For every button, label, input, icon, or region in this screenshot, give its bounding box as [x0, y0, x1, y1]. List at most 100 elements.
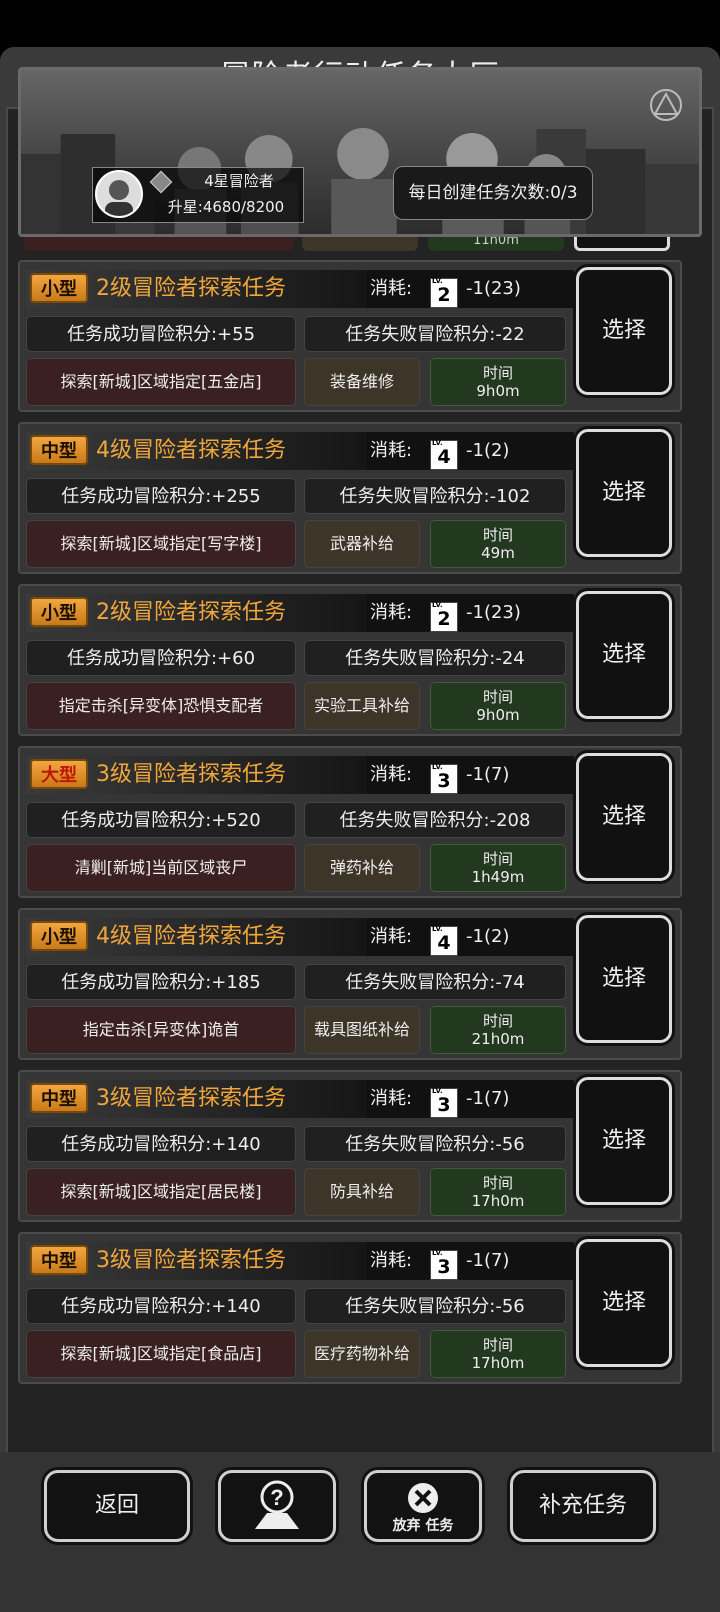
- success-points: 任务成功冒险积分:+55: [26, 316, 296, 352]
- failure-points: 任务失败冒险积分:-208: [304, 802, 566, 838]
- mission-time: 时间 21h0m: [430, 1006, 566, 1054]
- mission-reward: 装备维修: [304, 358, 420, 406]
- diamond-rank-icon: [149, 170, 173, 194]
- mission-time: 时间 1h49m: [430, 844, 566, 892]
- mission-card[interactable]: 中型 4级冒险者探索任务 消耗: LV. 4 -1(2) 任务成功冒险积分:+255 任务失败…: [18, 422, 682, 574]
- mission-header: 小型 4级冒险者探索任务 消耗: LV. 4 -1(2): [26, 918, 574, 956]
- time-value: 49m: [481, 544, 515, 562]
- cost-value: -1(2): [466, 926, 510, 947]
- back-button[interactable]: 返回: [44, 1470, 190, 1542]
- help-button[interactable]: ?: [218, 1470, 336, 1542]
- cost-label: 消耗:: [370, 764, 413, 785]
- refill-task-button[interactable]: 补充任务: [510, 1470, 656, 1542]
- abandon-task-button[interactable]: 放弃 任务: [364, 1470, 482, 1542]
- time-label: 时间: [482, 1174, 513, 1192]
- mission-name: 2级冒险者探索任务: [96, 600, 286, 625]
- player-profile[interactable]: 4星冒险者 升星:4680/8200: [92, 167, 304, 223]
- level-card-icon: LV. 4: [430, 439, 458, 470]
- mission-time: 时间 49m: [430, 520, 566, 568]
- help-question-map-icon: ?: [255, 1480, 299, 1529]
- mission-target: 探索[新城]区域指定[五金店]: [26, 358, 296, 406]
- mission-name: 4级冒险者探索任务: [96, 438, 286, 463]
- partial-time: 11h0m: [428, 237, 564, 251]
- time-value: 9h0m: [476, 382, 520, 400]
- time-label: 时间: [482, 850, 513, 868]
- mission-header: 小型 2级冒险者探索任务 消耗: LV. 2 -1(23): [26, 594, 574, 632]
- mission-time: 时间 17h0m: [430, 1330, 566, 1378]
- cost-level: 2: [437, 284, 451, 306]
- select-button[interactable]: 选择: [576, 267, 672, 395]
- cost-level: 4: [437, 932, 451, 954]
- failure-points: 任务失败冒险积分:-22: [304, 316, 566, 352]
- time-value: 17h0m: [471, 1192, 525, 1210]
- mission-size-badge: 小型: [30, 273, 88, 303]
- time-value: 21h0m: [471, 1030, 525, 1048]
- close-circle-icon: [408, 1483, 438, 1513]
- time-label: 时间: [482, 688, 513, 706]
- cost-level: 4: [437, 446, 451, 468]
- partial-mission-row: 11h0m: [18, 237, 702, 255]
- mission-target: 清剿[新城]当前区域丧尸: [26, 844, 296, 892]
- cost-label: 消耗:: [370, 1250, 413, 1271]
- cost-label: 消耗:: [370, 440, 413, 461]
- time-label: 时间: [482, 1012, 513, 1030]
- mission-card[interactable]: 小型 4级冒险者探索任务 消耗: LV. 4 -1(2) 任务成功冒险积分:+185 任务失败…: [18, 908, 682, 1060]
- select-button[interactable]: 选择: [576, 429, 672, 557]
- mission-size-badge: 中型: [30, 1083, 88, 1113]
- select-button[interactable]: 选择: [576, 1239, 672, 1367]
- mission-reward: 实验工具补给: [304, 682, 420, 730]
- mission-card[interactable]: 大型 3级冒险者探索任务 消耗: LV. 3 -1(7) 任务成功冒险积分:+520 任务失败…: [18, 746, 682, 898]
- level-card-icon: LV. 4: [430, 925, 458, 956]
- success-points: 任务成功冒险积分:+140: [26, 1288, 296, 1324]
- svg-text:?: ?: [270, 1485, 283, 1510]
- cost-value: -1(23): [466, 278, 521, 299]
- mission-header: 大型 3级冒险者探索任务 消耗: LV. 3 -1(7): [26, 756, 574, 794]
- cost-value: -1(2): [466, 440, 510, 461]
- cost-label: 消耗:: [370, 1088, 413, 1109]
- mission-target: 指定击杀[异变体]诡首: [26, 1006, 296, 1054]
- level-card-icon: LV. 3: [430, 1087, 458, 1118]
- select-button[interactable]: 选择: [576, 753, 672, 881]
- level-card-icon: LV. 3: [430, 763, 458, 794]
- mission-header: 中型 4级冒险者探索任务 消耗: LV. 4 -1(2): [26, 432, 574, 470]
- cost-level: 3: [437, 770, 451, 792]
- select-button[interactable]: 选择: [576, 915, 672, 1043]
- mission-name: 2级冒险者探索任务: [96, 276, 286, 301]
- cost-value: -1(7): [466, 764, 510, 785]
- mission-size-badge: 小型: [30, 597, 88, 627]
- cost-level: 3: [437, 1094, 451, 1116]
- mission-list[interactable]: 11h0m 小型 2级冒险者探索任务 消耗: LV. 2 -1(23) 任务成功冒险积分:+…: [18, 237, 702, 1427]
- avatar[interactable]: [95, 170, 143, 218]
- rank-label: 4星冒险者: [204, 172, 274, 190]
- mission-card[interactable]: 中型 3级冒险者探索任务 消耗: LV. 3 -1(7) 任务成功冒险积分:+140 任务失败…: [18, 1070, 682, 1222]
- mission-card[interactable]: 中型 3级冒险者探索任务 消耗: LV. 3 -1(7) 任务成功冒险积分:+140 任务失败…: [18, 1232, 682, 1384]
- mission-card[interactable]: 小型 2级冒险者探索任务 消耗: LV. 2 -1(23) 任务成功冒险积分:+60 任务失败…: [18, 584, 682, 736]
- failure-points: 任务失败冒险积分:-56: [304, 1126, 566, 1162]
- mission-card[interactable]: 小型 2级冒险者探索任务 消耗: LV. 2 -1(23) 任务成功冒险积分:+55 任务失败…: [18, 260, 682, 412]
- level-card-icon: LV. 2: [430, 601, 458, 632]
- mission-target: 探索[新城]区域指定[居民楼]: [26, 1168, 296, 1216]
- mission-reward: 武器补给: [304, 520, 420, 568]
- mission-size-badge: 大型: [30, 759, 88, 789]
- mission-target: 探索[新城]区域指定[食品店]: [26, 1330, 296, 1378]
- success-points: 任务成功冒险积分:+520: [26, 802, 296, 838]
- mission-target: 指定击杀[异变体]恐惧支配者: [26, 682, 296, 730]
- time-label: 时间: [482, 1336, 513, 1354]
- select-button[interactable]: 选择: [576, 591, 672, 719]
- mission-name: 4级冒险者探索任务: [96, 924, 286, 949]
- mission-reward: 医疗药物补给: [304, 1330, 420, 1378]
- success-points: 任务成功冒险积分:+60: [26, 640, 296, 676]
- select-button[interactable]: 选择: [576, 1077, 672, 1205]
- upgrade-progress: 升星:4680/8200: [167, 198, 285, 216]
- cost-level: 3: [437, 1256, 451, 1278]
- failure-points: 任务失败冒险积分:-102: [304, 478, 566, 514]
- mission-target: 探索[新城]区域指定[写字楼]: [26, 520, 296, 568]
- mission-name: 3级冒险者探索任务: [96, 762, 286, 787]
- mission-time: 时间 17h0m: [430, 1168, 566, 1216]
- cost-label: 消耗:: [370, 602, 413, 623]
- mission-size-badge: 中型: [30, 435, 88, 465]
- time-label: 时间: [482, 526, 513, 544]
- cost-level: 2: [437, 608, 451, 630]
- time-value: 1h49m: [471, 868, 525, 886]
- mission-time: 时间 9h0m: [430, 358, 566, 406]
